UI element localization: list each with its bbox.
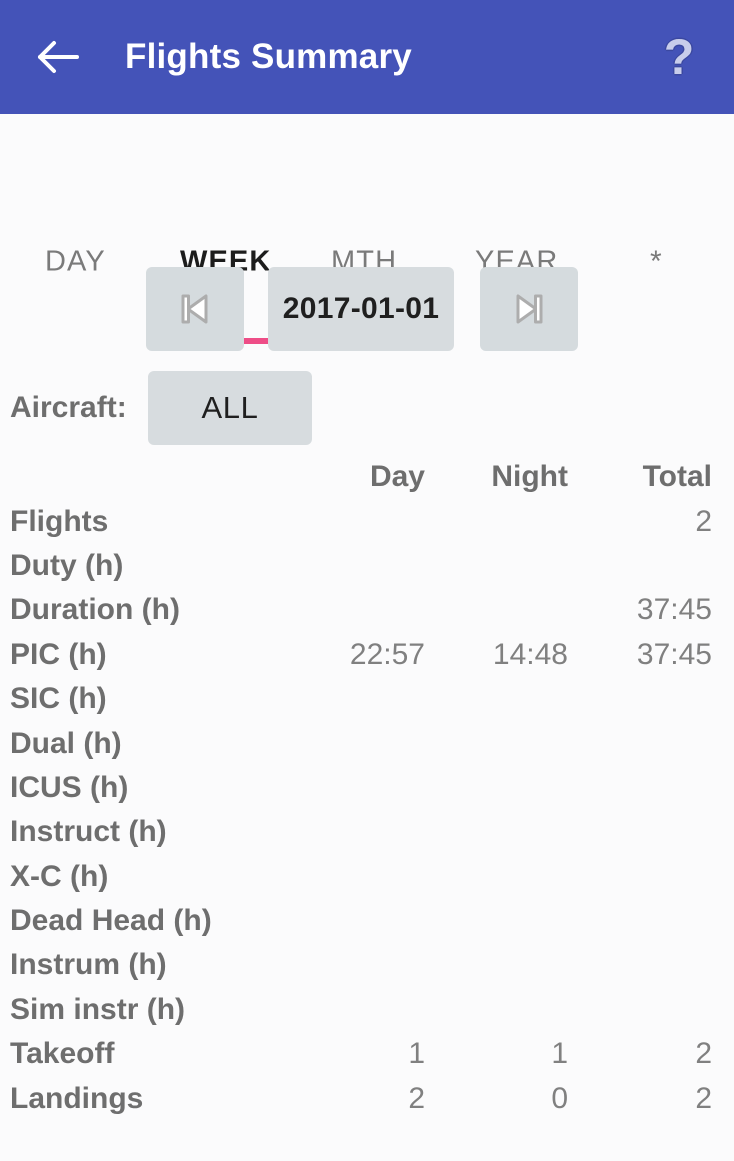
table-row: Duty (h) — [0, 544, 734, 588]
table-row: Landings 2 0 2 — [0, 1076, 734, 1120]
row-value-total: 2 — [695, 1037, 712, 1071]
aircraft-filter-row: Aircraft: ALL — [0, 371, 734, 445]
flights-summary-screen: Flights Summary ? DAY WEEK MTH YEAR * 20… — [0, 0, 734, 1161]
aircraft-label: Aircraft: — [10, 391, 127, 424]
row-value-night: 1 — [551, 1037, 568, 1071]
previous-period-button[interactable] — [146, 267, 244, 351]
table-row: Dual (h) — [0, 721, 734, 765]
row-label: Landings — [10, 1081, 144, 1115]
column-header-night: Night — [491, 460, 568, 494]
row-label: SIC (h) — [10, 682, 107, 716]
skip-previous-icon — [181, 294, 208, 324]
table-header-row: Day Night Total — [0, 455, 734, 499]
table-row: X-C (h) — [0, 855, 734, 899]
table-row: Duration (h) 37:45 — [0, 588, 734, 632]
skip-next-icon — [516, 294, 543, 324]
date-navigation-row: 2017-01-01 — [0, 267, 734, 353]
app-bar: Flights Summary ? — [0, 0, 734, 114]
summary-table: Day Night Total Flights 2 Duty (h) Durat… — [0, 455, 734, 1121]
column-header-day: Day — [369, 460, 425, 494]
table-row: Sim instr (h) — [0, 988, 734, 1032]
table-row: Dead Head (h) — [0, 899, 734, 943]
row-label: Dual (h) — [10, 726, 122, 760]
back-arrow-icon — [38, 41, 79, 73]
table-row: Flights 2 — [0, 499, 734, 543]
row-value-day: 2 — [408, 1081, 425, 1115]
row-value-total: 2 — [695, 504, 712, 538]
row-label: Duty (h) — [10, 548, 124, 582]
row-label: Takeoff — [10, 1037, 115, 1071]
row-label: PIC (h) — [10, 637, 107, 671]
row-value-total: 2 — [695, 1081, 712, 1115]
page-title: Flights Summary — [125, 37, 412, 76]
row-label: X-C (h) — [10, 859, 109, 893]
row-label: Flights — [10, 504, 109, 538]
table-row: SIC (h) — [0, 677, 734, 721]
table-row: Instruct (h) — [0, 810, 734, 854]
row-label: ICUS (h) — [10, 770, 129, 804]
table-row: Takeoff 1 1 2 — [0, 1032, 734, 1076]
column-header-total: Total — [642, 460, 712, 494]
table-row: PIC (h) 22:57 14:48 37:45 — [0, 633, 734, 677]
row-label: Duration (h) — [10, 593, 180, 627]
tab-bar: DAY WEEK MTH YEAR * — [0, 114, 734, 344]
row-value-total: 37:45 — [636, 593, 712, 627]
table-row: ICUS (h) — [0, 766, 734, 810]
back-button[interactable] — [26, 25, 90, 89]
row-label: Instrum (h) — [10, 948, 167, 982]
next-period-button[interactable] — [480, 267, 578, 351]
row-value-night: 14:48 — [492, 637, 568, 671]
table-body: Flights 2 Duty (h) Duration (h) 37:45 PI… — [0, 499, 734, 1120]
current-period-button[interactable]: 2017-01-01 — [268, 267, 454, 351]
aircraft-select-button[interactable]: ALL — [148, 371, 312, 445]
row-label: Instruct (h) — [10, 815, 167, 849]
row-value-total: 37:45 — [636, 637, 712, 671]
row-label: Sim instr (h) — [10, 992, 186, 1026]
question-mark-icon: ? — [663, 29, 695, 85]
row-label: Dead Head (h) — [10, 904, 212, 938]
row-value-day: 22:57 — [349, 637, 425, 671]
table-row: Instrum (h) — [0, 943, 734, 987]
row-value-night: 0 — [551, 1081, 568, 1115]
help-button[interactable]: ? — [648, 26, 710, 88]
row-value-day: 1 — [408, 1037, 425, 1071]
